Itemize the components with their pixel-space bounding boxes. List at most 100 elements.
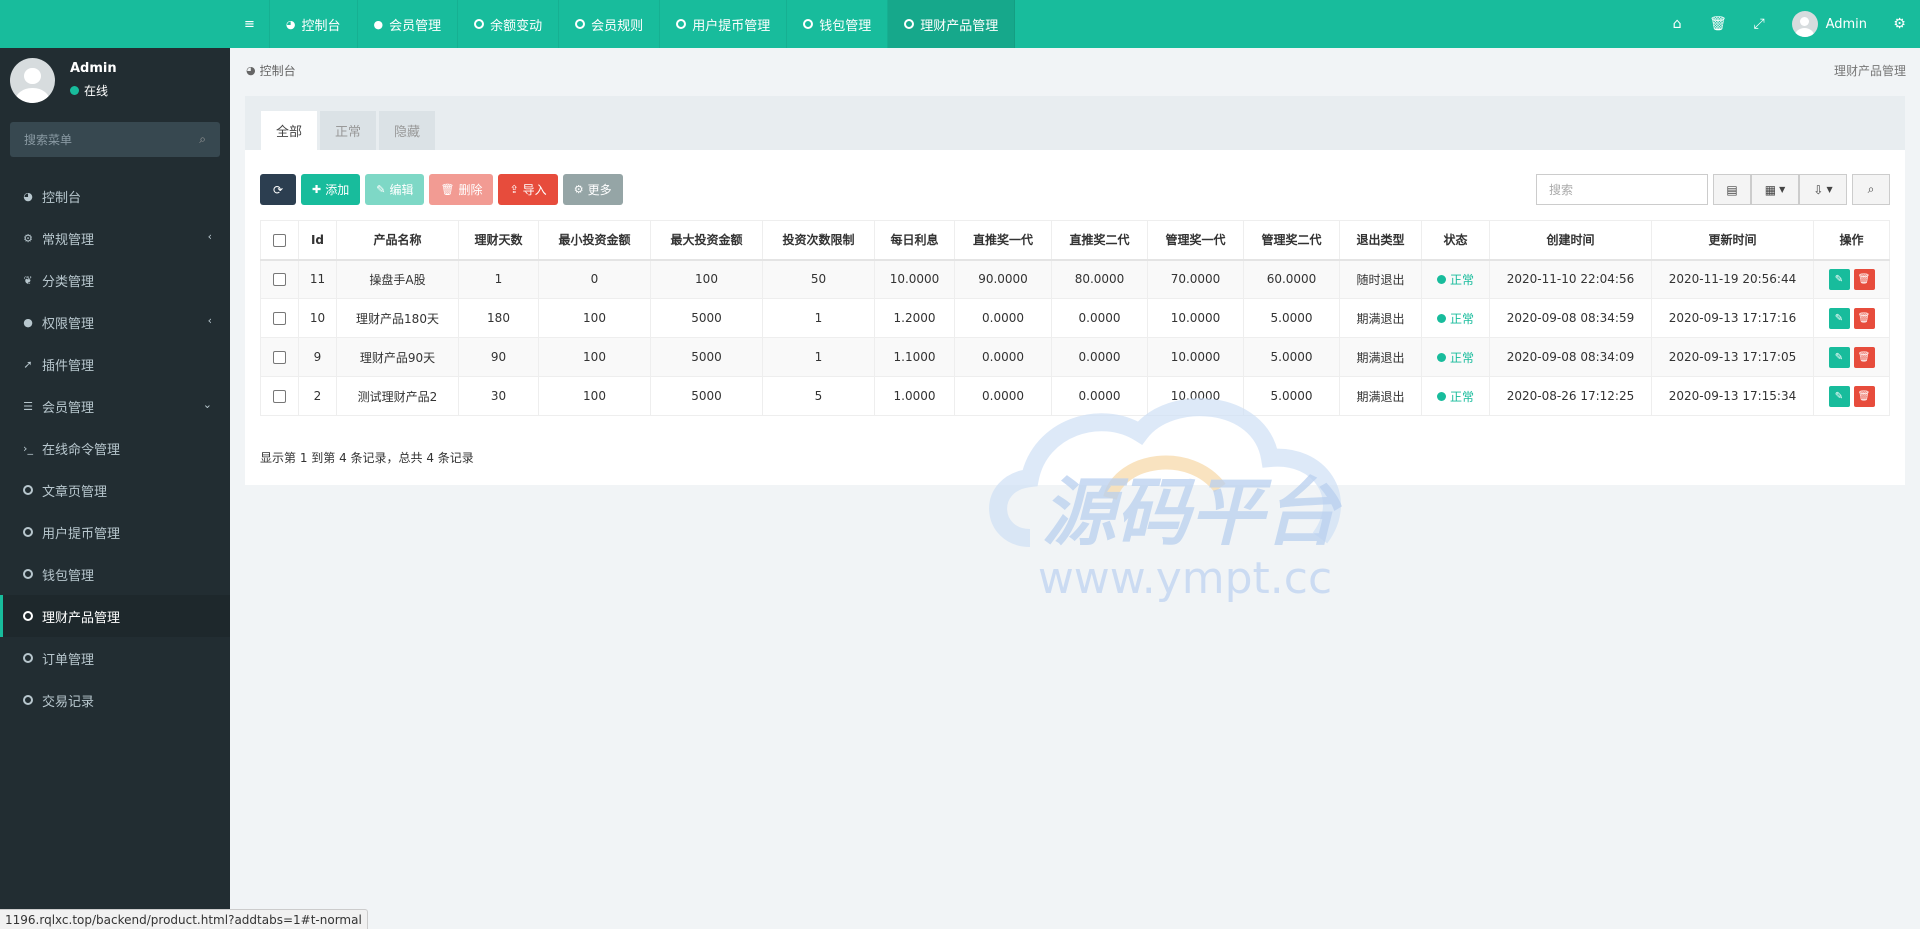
col-name[interactable]: 产品名称: [336, 220, 459, 261]
pencil-icon: ✎: [1834, 273, 1844, 285]
cell-direct-2: 0.0000: [1051, 337, 1148, 377]
col-direct-2[interactable]: 直推奖二代: [1051, 220, 1148, 261]
col-updated[interactable]: 更新时间: [1651, 220, 1814, 261]
clear-cache-button[interactable]: 🗑︎: [1698, 0, 1739, 48]
top-tab-members[interactable]: ● 会员管理: [358, 0, 459, 48]
sidebar-search-input[interactable]: [10, 122, 180, 157]
col-interest[interactable]: 每日利息: [874, 220, 955, 261]
sidebar-item-auth[interactable]: ● 权限管理 ‹: [0, 301, 230, 343]
sidebar-item-products[interactable]: 理财产品管理: [0, 595, 230, 637]
top-tab-products[interactable]: 理财产品管理: [888, 0, 1016, 48]
top-tab-balance[interactable]: 余额变动: [458, 0, 560, 48]
row-edit-button[interactable]: ✎: [1828, 346, 1850, 368]
sidebar-item-general[interactable]: ⚙ 常规管理 ‹: [0, 217, 230, 259]
cogs-icon: ⚙: [23, 231, 33, 245]
table-row[interactable]: 10 理财产品180天 180 100 5000 1 1.2000 0.0000…: [260, 298, 1890, 338]
cell-min: 100: [538, 337, 651, 377]
sidebar-item-addon[interactable]: ➚ 插件管理: [0, 343, 230, 385]
select-all-checkbox[interactable]: [273, 233, 286, 247]
table-row[interactable]: 9 理财产品90天 90 100 5000 1 1.1000 0.0000 0.…: [260, 337, 1890, 377]
status-dot-icon: [1436, 391, 1446, 401]
col-max[interactable]: 最大投资金额: [650, 220, 763, 261]
status-badge[interactable]: 正常: [1436, 349, 1474, 366]
table-search-input[interactable]: [1536, 174, 1708, 205]
top-nav-tabs: ≡ ◕ 控制台 ● 会员管理 余额变动 会员规则 用户提币管理 钱包管理 理财产品管…: [230, 0, 1016, 48]
col-min[interactable]: 最小投资金额: [538, 220, 651, 261]
download-icon: ⇩: [1813, 182, 1824, 197]
row-checkbox[interactable]: [273, 312, 286, 325]
col-id[interactable]: Id: [298, 220, 337, 261]
status-badge[interactable]: 正常: [1436, 388, 1474, 405]
col-direct-1[interactable]: 直推奖一代: [954, 220, 1052, 261]
dashboard-icon: ◕: [285, 17, 296, 31]
circle-icon: [23, 527, 33, 537]
more-button[interactable]: ⚙ 更多: [562, 174, 623, 205]
refresh-button[interactable]: ⟳: [260, 174, 296, 205]
sidebar-item-withdraw[interactable]: 用户提币管理: [0, 511, 230, 553]
cell-direct-1: 0.0000: [954, 337, 1052, 377]
plus-icon: ✚: [312, 183, 322, 196]
trash-icon: 🗑︎: [1857, 351, 1871, 363]
cell-limit: 1: [762, 337, 875, 377]
col-created[interactable]: 创建时间: [1489, 220, 1652, 261]
cell-manage-2: 5.0000: [1243, 337, 1340, 377]
row-edit-button[interactable]: ✎: [1828, 385, 1850, 407]
fullscreen-button[interactable]: ⤢: [1739, 0, 1780, 48]
status-dot-icon: [1436, 313, 1446, 323]
toggle-view-button[interactable]: ▤: [1713, 174, 1751, 205]
top-tab-dashboard[interactable]: ◕ 控制台: [270, 0, 358, 48]
top-tab-wallet[interactable]: 钱包管理: [787, 0, 889, 48]
add-button[interactable]: ✚ 添加: [301, 174, 361, 205]
import-button[interactable]: ⇪ 导入: [498, 174, 558, 205]
row-edit-button[interactable]: ✎: [1828, 307, 1850, 329]
sidebar-toggle-button[interactable]: ≡: [230, 0, 270, 48]
sidebar-item-dashboard[interactable]: ◕ 控制台: [0, 175, 230, 217]
home-button[interactable]: ⌂: [1657, 0, 1698, 48]
col-days[interactable]: 理财天数: [458, 220, 539, 261]
row-delete-button[interactable]: 🗑︎: [1853, 346, 1875, 368]
search-icon[interactable]: ⌕: [199, 132, 206, 147]
user-menu[interactable]: Admin: [1780, 0, 1879, 48]
cell-manage-1: 10.0000: [1147, 376, 1244, 416]
top-tab-member-rules[interactable]: 会员规则: [559, 0, 661, 48]
status-badge[interactable]: 正常: [1436, 271, 1474, 288]
tab-all[interactable]: 全部: [261, 111, 318, 150]
cell-status: 正常: [1421, 259, 1490, 299]
tab-normal[interactable]: 正常: [320, 111, 377, 150]
breadcrumb-home[interactable]: 控制台: [260, 62, 296, 79]
dashboard-icon: ◕: [246, 64, 256, 77]
row-delete-button[interactable]: 🗑︎: [1853, 307, 1875, 329]
row-checkbox[interactable]: [273, 351, 286, 364]
row-delete-button[interactable]: 🗑︎: [1853, 268, 1875, 290]
delete-button[interactable]: 🗑︎ 删除: [429, 174, 494, 205]
sidebar-item-command[interactable]: ›_ 在线命令管理: [0, 427, 230, 469]
row-checkbox[interactable]: [273, 390, 286, 403]
sidebar-item-orders[interactable]: 订单管理: [0, 637, 230, 679]
col-status[interactable]: 状态: [1421, 220, 1490, 261]
edit-button[interactable]: ✎ 编辑: [365, 174, 425, 205]
sidebar-item-transactions[interactable]: 交易记录: [0, 679, 230, 721]
sidebar-item-members[interactable]: ☰ 会员管理 ⌄: [0, 385, 230, 427]
sidebar-item-article[interactable]: 文章页管理: [0, 469, 230, 511]
advanced-search-button[interactable]: ⌕: [1852, 174, 1890, 205]
row-delete-button[interactable]: 🗑︎: [1853, 385, 1875, 407]
row-checkbox[interactable]: [273, 273, 286, 287]
col-exit-type[interactable]: 退出类型: [1339, 220, 1422, 261]
table-row[interactable]: 11 操盘手A股 1 0 100 50 10.0000 90.0000 80.0…: [260, 259, 1890, 299]
sidebar-menu: ◕ 控制台 ⚙ 常规管理 ‹ ❦ 分类管理 ● 权限管理 ‹ ➚ 插件管理 ☰ 会员管理 ⌄ ›_…: [0, 175, 230, 721]
row-edit-button[interactable]: ✎: [1828, 268, 1850, 290]
status-badge[interactable]: 正常: [1436, 310, 1474, 327]
columns-button[interactable]: ▦ ▼: [1751, 174, 1799, 205]
cell-id: 11: [298, 259, 337, 299]
col-manage-1[interactable]: 管理奖一代: [1147, 220, 1244, 261]
tab-hidden[interactable]: 隐藏: [379, 111, 436, 150]
settings-button[interactable]: ⚙: [1879, 0, 1920, 48]
col-limit[interactable]: 投资次数限制: [762, 220, 875, 261]
top-tab-withdraw[interactable]: 用户提币管理: [660, 0, 788, 48]
sidebar-item-category[interactable]: ❦ 分类管理: [0, 259, 230, 301]
cell-direct-1: 0.0000: [954, 376, 1052, 416]
table-row[interactable]: 2 测试理财产品2 30 100 5000 5 1.0000 0.0000 0.…: [260, 376, 1890, 416]
export-button[interactable]: ⇩ ▼: [1799, 174, 1847, 205]
sidebar-item-wallet[interactable]: 钱包管理: [0, 553, 230, 595]
col-manage-2[interactable]: 管理奖二代: [1243, 220, 1340, 261]
